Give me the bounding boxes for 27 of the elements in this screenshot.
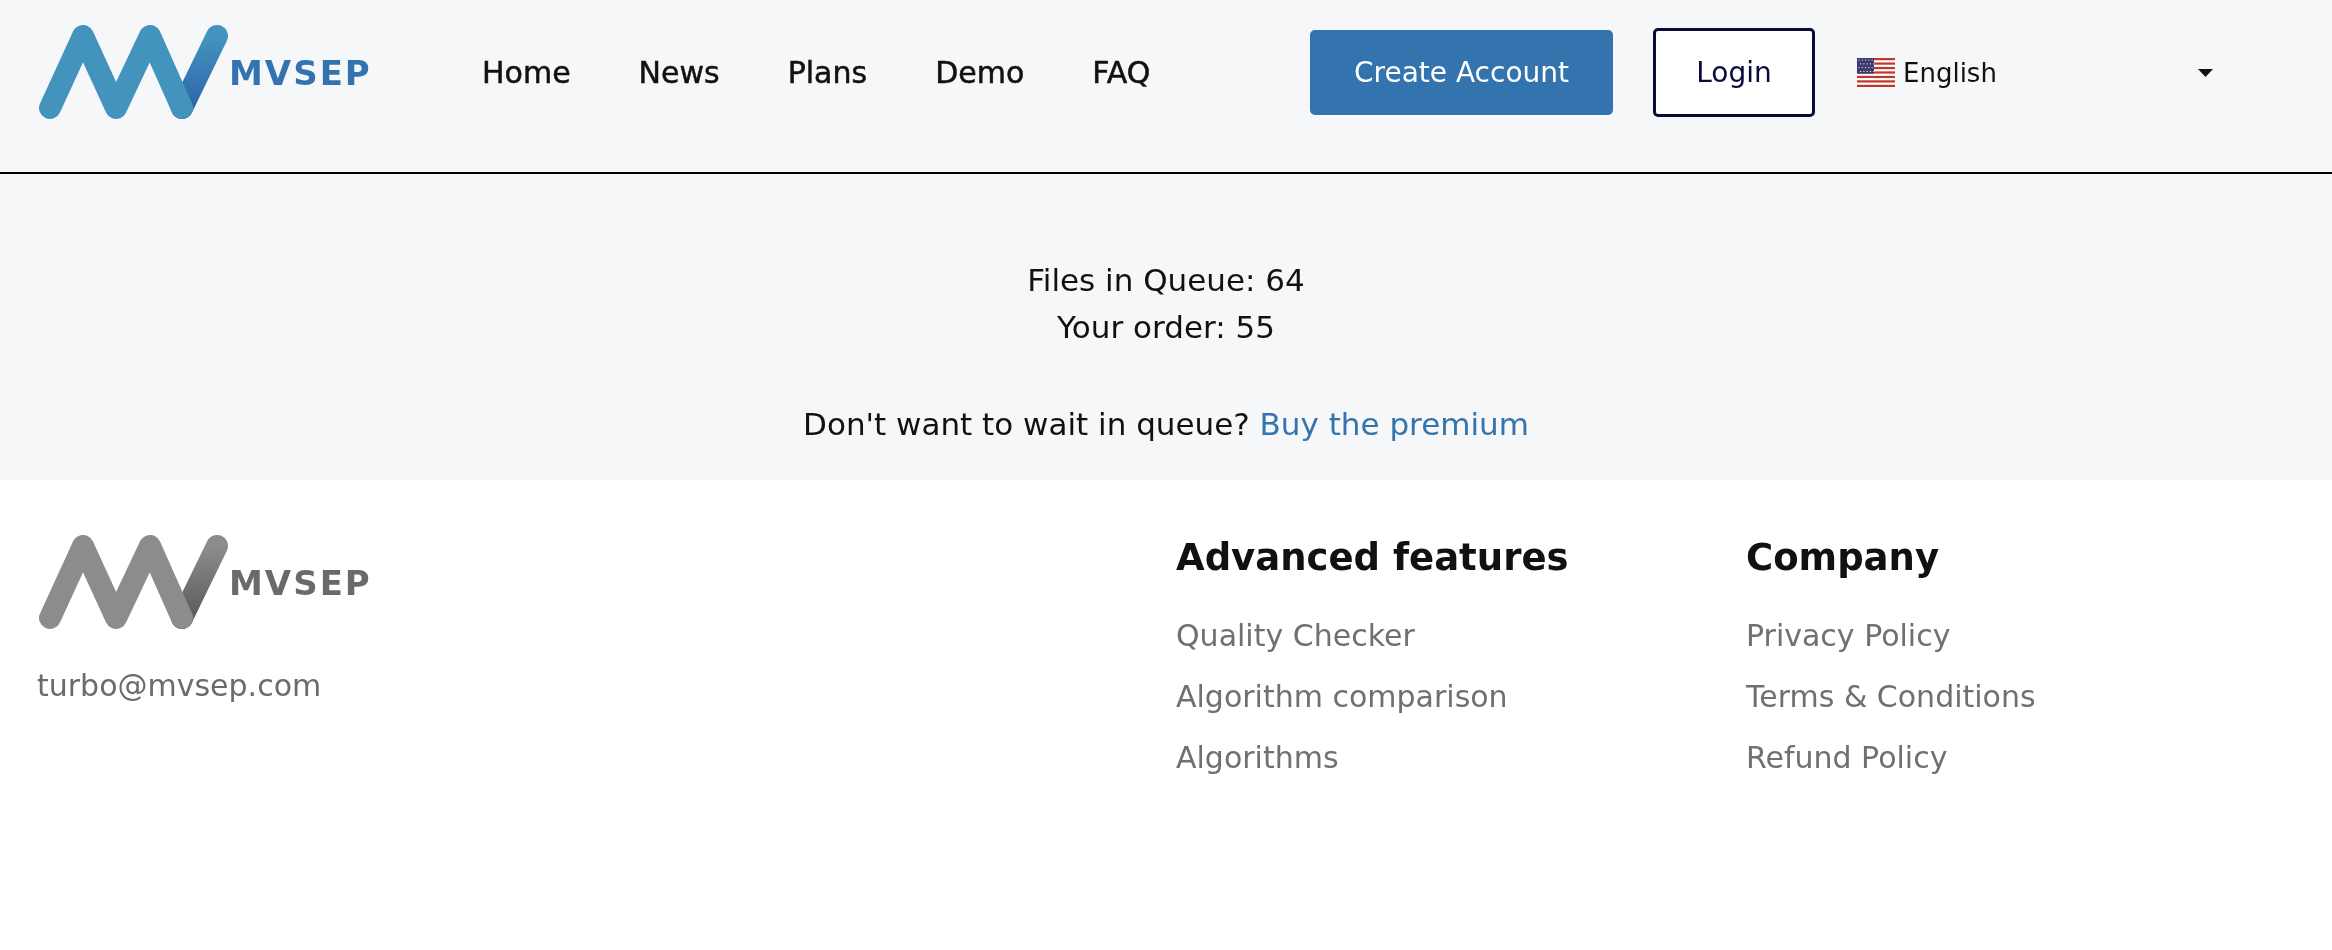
nav-link[interactable]: FAQ: [1092, 52, 1151, 93]
logo-wordmark[interactable]: MVSEP: [229, 52, 372, 93]
nav-link[interactable]: Demo: [935, 52, 1025, 93]
create-account-button[interactable]: Create Account: [1310, 30, 1613, 115]
nav-link[interactable]: Home: [482, 52, 571, 93]
footer-link[interactable]: Algorithm comparison: [1176, 675, 1508, 719]
footer-heading: Advanced features: [1176, 535, 1569, 581]
logo-wordmark: MVSEP: [229, 563, 372, 603]
premium-link[interactable]: Buy the premium: [1259, 406, 1529, 442]
footer-heading: Company: [1746, 535, 1940, 581]
nav-link[interactable]: Plans: [787, 52, 868, 93]
zigzag-logo-icon[interactable]: [37, 24, 229, 121]
footer-link[interactable]: Quality Checker: [1176, 614, 1415, 658]
footer-link[interactable]: Terms & Conditions: [1746, 675, 2036, 719]
queue-info-text: Your order: 55: [1056, 308, 1276, 347]
footer-link[interactable]: Privacy Policy: [1746, 614, 1951, 658]
footer-link[interactable]: Algorithms: [1176, 736, 1339, 780]
footer-link[interactable]: Refund Policy: [1746, 736, 1948, 780]
queue-info-text: Files in Queue: 64: [1026, 261, 1306, 300]
premium-prompt: Don't want to wait in queue? Buy the premium: [802, 405, 1530, 444]
caret-icon: [2198, 68, 2213, 77]
nav-link[interactable]: News: [638, 52, 720, 93]
us-flag-icon: [1857, 58, 1895, 87]
login-button[interactable]: Login: [1653, 28, 1815, 117]
contact-email: turbo@mvsep.com: [37, 667, 322, 705]
zigzag-logo-icon: [37, 535, 229, 631]
language-select[interactable]: English: [1857, 57, 2213, 88]
